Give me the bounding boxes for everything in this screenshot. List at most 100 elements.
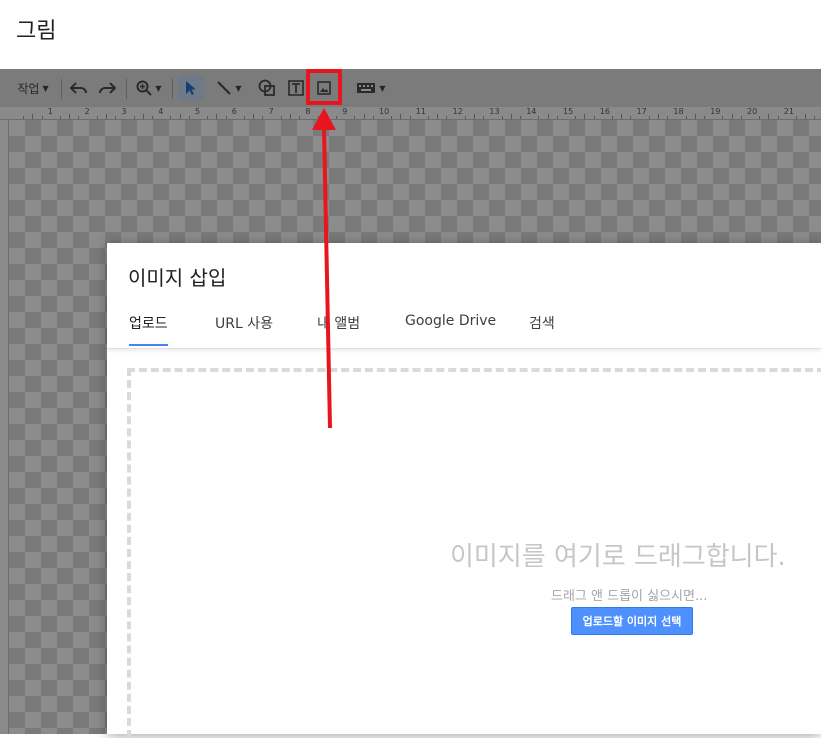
ruler-tick bbox=[658, 114, 659, 119]
dropzone-sub-text: 드래그 앤 드롭이 싫으시면... bbox=[551, 589, 708, 604]
ruler-tick bbox=[69, 114, 71, 119]
ruler-tick bbox=[694, 114, 696, 119]
tab-google-drive[interactable]: Google Drive bbox=[405, 313, 496, 340]
ruler-tick bbox=[170, 116, 172, 119]
dialog-tabs: 업로드 URL 사용 내 앨범 Google Drive 검색 bbox=[107, 303, 821, 349]
ruler-tick bbox=[290, 114, 291, 119]
ruler-tick bbox=[142, 114, 144, 119]
redo-button[interactable] bbox=[94, 75, 120, 101]
ruler-tick bbox=[244, 116, 245, 119]
ruler-number: 18 bbox=[673, 107, 684, 116]
ruler-tick bbox=[41, 116, 43, 119]
ruler-tick bbox=[253, 114, 255, 119]
ruler-tick bbox=[575, 116, 577, 119]
ruler-tick bbox=[584, 114, 586, 119]
ruler-number: 15 bbox=[563, 107, 574, 116]
ruler-number: 4 bbox=[158, 107, 164, 116]
ruler-number: 5 bbox=[195, 107, 201, 116]
ruler-tick bbox=[474, 114, 475, 119]
ruler-tick bbox=[538, 116, 540, 119]
ruler-tick bbox=[188, 116, 190, 119]
ruler-tick bbox=[556, 116, 558, 119]
tab-album[interactable]: 내 앨범 bbox=[317, 313, 360, 344]
page-title: 그림 bbox=[16, 19, 57, 44]
ruler-number: 10 bbox=[379, 107, 390, 116]
toolbar: 작업 ▼ ▼ ▼ ▼ bbox=[0, 69, 821, 107]
input-tools-button[interactable]: ▼ bbox=[350, 75, 392, 101]
toolbar-divider bbox=[172, 79, 173, 99]
ruler-tick bbox=[814, 116, 816, 119]
ruler-number: 1 bbox=[47, 107, 53, 116]
select-tool-button[interactable] bbox=[178, 75, 204, 101]
actions-menu-button[interactable]: 작업 ▼ bbox=[12, 75, 54, 101]
ruler-tick bbox=[363, 114, 365, 119]
redo-icon bbox=[99, 82, 116, 94]
ruler-tick bbox=[428, 116, 429, 119]
ruler-tick bbox=[336, 116, 337, 119]
zoom-button[interactable]: ▼ bbox=[131, 75, 167, 101]
horizontal-ruler: 1 2 3 4 5 6 7 8 9 10 11 12 13 14 15 16 17 18 19 20 21 bbox=[0, 107, 821, 120]
ruler-tick bbox=[520, 116, 521, 119]
dropzone-main-text: 이미지를 여기로 드래그합니다. bbox=[450, 542, 786, 572]
ruler-tick bbox=[152, 116, 153, 119]
ruler-tick bbox=[704, 116, 705, 119]
choose-image-button[interactable]: 업로드할 이미지 선택 bbox=[571, 607, 693, 635]
ruler-number: 6 bbox=[231, 107, 237, 116]
toolbar-divider bbox=[126, 79, 127, 99]
ruler-tick bbox=[372, 116, 374, 119]
toolbar-divider bbox=[61, 79, 62, 99]
ruler-tick bbox=[32, 114, 34, 119]
tab-upload[interactable]: 업로드 bbox=[129, 313, 168, 346]
ruler-tick bbox=[777, 116, 779, 119]
ruler-tick bbox=[216, 114, 218, 119]
ruler-tick bbox=[593, 116, 595, 119]
ruler-tick bbox=[23, 116, 25, 119]
select-icon bbox=[186, 81, 196, 95]
line-icon bbox=[217, 81, 232, 95]
ruler-tick bbox=[501, 116, 503, 119]
ruler-tick bbox=[78, 116, 80, 119]
ruler-tick bbox=[96, 116, 98, 119]
ruler-tick bbox=[400, 114, 402, 119]
ruler-tick bbox=[299, 116, 301, 119]
tab-url[interactable]: URL 사용 bbox=[215, 313, 273, 344]
ruler-tick bbox=[280, 116, 282, 119]
shape-icon bbox=[258, 79, 275, 96]
ruler-tick bbox=[317, 116, 319, 119]
ruler-tick bbox=[621, 114, 623, 119]
ruler-tick bbox=[612, 116, 613, 119]
ruler-number: 8 bbox=[305, 107, 311, 116]
ruler-number: 17 bbox=[636, 107, 647, 116]
undo-button[interactable] bbox=[66, 75, 92, 101]
ruler-tick bbox=[391, 116, 393, 119]
ruler-tick bbox=[354, 116, 356, 119]
ruler-tick bbox=[731, 114, 733, 119]
keyboard-icon bbox=[357, 83, 376, 93]
ruler-tick bbox=[225, 116, 227, 119]
ruler-tick bbox=[796, 116, 797, 119]
ruler-tick bbox=[115, 116, 117, 119]
ruler-tick bbox=[437, 114, 439, 119]
ruler-tick bbox=[464, 116, 466, 119]
ruler-tick bbox=[547, 114, 549, 119]
ruler-number: 12 bbox=[452, 107, 463, 116]
dialog-title: 이미지 삽입 bbox=[128, 266, 227, 290]
chevron-down-icon: ▼ bbox=[235, 83, 242, 93]
title-bar: 그림 bbox=[0, 0, 821, 69]
undo-icon bbox=[70, 82, 87, 94]
shape-tool-button[interactable] bbox=[254, 75, 280, 101]
ruler-number: 20 bbox=[747, 107, 758, 116]
chevron-down-icon: ▼ bbox=[42, 83, 49, 93]
ruler-tick bbox=[133, 116, 135, 119]
vertical-ruler bbox=[0, 120, 9, 734]
ruler-number: 19 bbox=[710, 107, 721, 116]
tab-search[interactable]: 검색 bbox=[529, 313, 555, 344]
actions-menu-label: 작업 bbox=[17, 81, 40, 96]
ruler-tick bbox=[759, 116, 761, 119]
line-tool-button[interactable]: ▼ bbox=[208, 75, 250, 101]
ruler-tick bbox=[648, 116, 650, 119]
annotation-highlight-box bbox=[306, 69, 342, 105]
ruler-tick bbox=[207, 116, 209, 119]
ruler-tick bbox=[179, 114, 181, 119]
ruler-number: 11 bbox=[415, 107, 426, 116]
